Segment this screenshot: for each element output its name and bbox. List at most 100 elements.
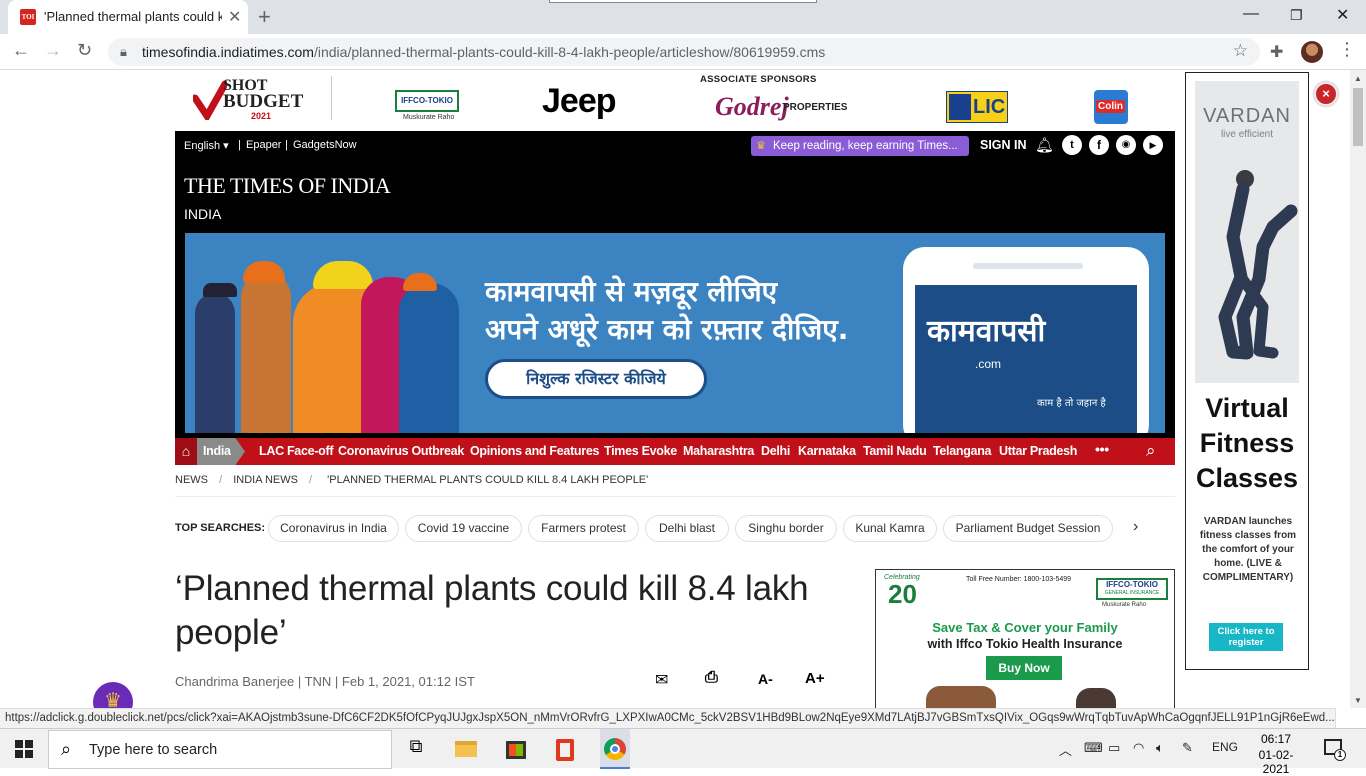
nav-active-section[interactable]: India: [197, 438, 245, 465]
gadgetsnow-link[interactable]: GadgetsNow: [293, 139, 357, 151]
forward-icon[interactable]: →: [44, 40, 62, 61]
tray-chevron-icon[interactable]: ︿: [1059, 740, 1072, 759]
clock[interactable]: 06:17 01-02-2021: [1250, 732, 1302, 776]
nav-item-delhi[interactable]: Delhi: [761, 444, 790, 458]
utility-bar: English ▾ | Epaper | GadgetsNow ♛ Keep r…: [175, 131, 1175, 160]
worker-figure: [195, 293, 235, 433]
jeep-logo[interactable]: Jeep: [542, 84, 616, 118]
nav-item-lac-face-off[interactable]: LAC Face-off: [259, 444, 333, 458]
ad-close-icon[interactable]: ×: [1314, 82, 1338, 106]
reload-icon[interactable]: ↻: [77, 40, 92, 61]
separator: |: [238, 139, 241, 151]
side-ad-register-button[interactable]: Click here to register: [1209, 623, 1283, 651]
godrej-logo[interactable]: Godrej: [715, 92, 789, 122]
nav-item-uttar-pradesh[interactable]: Uttar Pradesh: [999, 444, 1077, 458]
youtube-icon[interactable]: ▶: [1143, 135, 1163, 155]
print-icon[interactable]: ⎙: [705, 669, 718, 687]
fitness-image: VARDAN live efficient: [1195, 81, 1299, 383]
battery-icon[interactable]: ▭: [1108, 740, 1120, 756]
address-bar[interactable]: 🔒︎ timesofindia.indiatimes.com/india/pla…: [108, 38, 1260, 66]
profile-avatar[interactable]: [1301, 41, 1323, 63]
store-icon[interactable]: [503, 736, 529, 762]
buy-now-button[interactable]: Buy Now: [986, 656, 1062, 680]
rss-icon[interactable]: ◉: [1116, 135, 1136, 155]
breadcrumb-india-news[interactable]: INDIA NEWS: [233, 474, 298, 486]
nav-item-coronavirus[interactable]: Coronavirus Outbreak: [338, 444, 464, 458]
search-chip[interactable]: Parliament Budget Session: [943, 515, 1113, 542]
scrollbar-thumb[interactable]: [1353, 88, 1363, 146]
times-points-crown-icon[interactable]: ♛: [93, 682, 133, 708]
iffco-tokio-ad-logo: IFFCO-TOKIO GENERAL INSURANCE: [1096, 578, 1168, 600]
language-indicator[interactable]: ENG: [1212, 740, 1238, 754]
nav-item-opinions[interactable]: Opinions and Features: [470, 444, 599, 458]
minimize-icon[interactable]: —: [1243, 5, 1259, 23]
breadcrumb: NEWS / INDIA NEWS / 'PLANNED THERMAL PLA…: [175, 474, 649, 486]
file-explorer-icon[interactable]: [453, 736, 479, 762]
worker-figure: [241, 273, 291, 433]
shot-budget-logo[interactable]: SHOT BUDGET 2021: [193, 78, 303, 122]
associate-sponsors-label: ASSOCIATE SPONSORS: [700, 74, 817, 85]
windows-start-icon[interactable]: [11, 736, 37, 762]
sign-in-link[interactable]: SIGN IN: [980, 138, 1027, 152]
scroll-up-icon[interactable]: ▲: [1354, 74, 1362, 83]
hardhat-icon: [403, 273, 437, 291]
iffco-tokio-ad[interactable]: Celebrating 20 Toll Free Number: 1800-10…: [875, 569, 1175, 708]
pen-icon[interactable]: ✎: [1182, 740, 1193, 756]
site-logo[interactable]: THE TIMES OF INDIA: [184, 173, 391, 199]
nav-item-tamil-nadu[interactable]: Tamil Nadu: [863, 444, 927, 458]
nav-item-times-evoke[interactable]: Times Evoke: [604, 444, 677, 458]
times-points-promo[interactable]: ♛ Keep reading, keep earning Times...: [751, 136, 969, 156]
search-icon[interactable]: ⌕: [1146, 441, 1156, 461]
window-close-icon[interactable]: ✕: [1336, 5, 1349, 25]
colin-logo[interactable]: Colin: [1094, 90, 1128, 124]
lic-logo[interactable]: LIC: [946, 91, 1008, 123]
nav-item-karnataka[interactable]: Karnataka: [798, 444, 856, 458]
kaamvapasi-banner-ad[interactable]: कामवापसी से मज़दूर लीजिए अपने अधूरे काम …: [185, 233, 1165, 433]
bookmark-star-icon[interactable]: ☆: [1233, 41, 1248, 61]
office-icon[interactable]: [552, 736, 578, 762]
iffco-tokio-logo[interactable]: IFFCO-TOKIO: [395, 90, 459, 112]
meet-now-icon[interactable]: ⌨︎: [1084, 740, 1103, 756]
search-chip[interactable]: Covid 19 vaccine: [405, 515, 522, 542]
new-tab-icon[interactable]: +: [258, 4, 271, 30]
breadcrumb-news[interactable]: NEWS: [175, 474, 208, 486]
notification-count-badge: 1: [1334, 749, 1346, 761]
twitter-icon[interactable]: t: [1062, 135, 1082, 155]
notification-bell-icon[interactable]: 🔔︎: [1035, 136, 1054, 154]
chevron-right-icon[interactable]: ›: [1133, 518, 1138, 536]
nav-item-maharashtra[interactable]: Maharashtra: [683, 444, 754, 458]
search-chip[interactable]: Singhu border: [735, 515, 837, 542]
tab-close-icon[interactable]: ✕: [228, 7, 241, 27]
epaper-link[interactable]: Epaper: [246, 139, 281, 151]
task-view-icon[interactable]: ⧉: [403, 736, 429, 762]
nav-more-icon[interactable]: •••: [1095, 441, 1109, 457]
search-chip[interactable]: Kunal Kamra: [843, 515, 937, 542]
email-icon[interactable]: ✉: [655, 670, 668, 690]
language-selector[interactable]: English ▾: [184, 139, 229, 152]
browser-toolbar: ← → ↻ 🔒︎ timesofindia.indiatimes.com/ind…: [0, 34, 1366, 70]
volume-icon[interactable]: 🔈︎: [1156, 740, 1164, 756]
home-icon[interactable]: ⌂: [175, 438, 197, 465]
vardan-side-ad[interactable]: VARDAN live efficient Virtual Fitness Cl…: [1185, 72, 1309, 670]
back-icon[interactable]: ←: [12, 40, 30, 61]
browser-menu-icon[interactable]: ⋮: [1338, 39, 1356, 60]
article-headline: ‘Planned thermal plants could kill 8.4 l…: [175, 569, 809, 652]
banner-register-button[interactable]: निशुल्क रजिस्टर कीजिये: [485, 359, 707, 399]
font-increase-button[interactable]: A+: [805, 670, 825, 687]
search-chip[interactable]: Delhi blast: [645, 515, 729, 542]
page-scrollbar[interactable]: ▲ ▼: [1350, 70, 1366, 708]
extensions-icon[interactable]: ✚: [1270, 42, 1283, 62]
font-decrease-button[interactable]: A-: [758, 671, 773, 687]
lic-emblem-icon: [949, 94, 971, 120]
browser-tab[interactable]: TOI 'Planned thermal plants could kil ✕: [8, 0, 248, 34]
scroll-down-icon[interactable]: ▼: [1354, 696, 1362, 705]
wifi-icon[interactable]: ◠: [1133, 740, 1144, 756]
facebook-icon[interactable]: f: [1089, 135, 1109, 155]
search-chip[interactable]: Coronavirus in India: [268, 515, 399, 542]
taskbar-search[interactable]: ⌕ Type here to search: [48, 730, 392, 769]
nav-item-telangana[interactable]: Telangana: [933, 444, 992, 458]
athlete-figure: [1218, 170, 1298, 360]
chrome-taskbar-icon[interactable]: [600, 729, 630, 769]
search-chip[interactable]: Farmers protest: [528, 515, 639, 542]
restore-icon[interactable]: ❐: [1290, 7, 1303, 24]
